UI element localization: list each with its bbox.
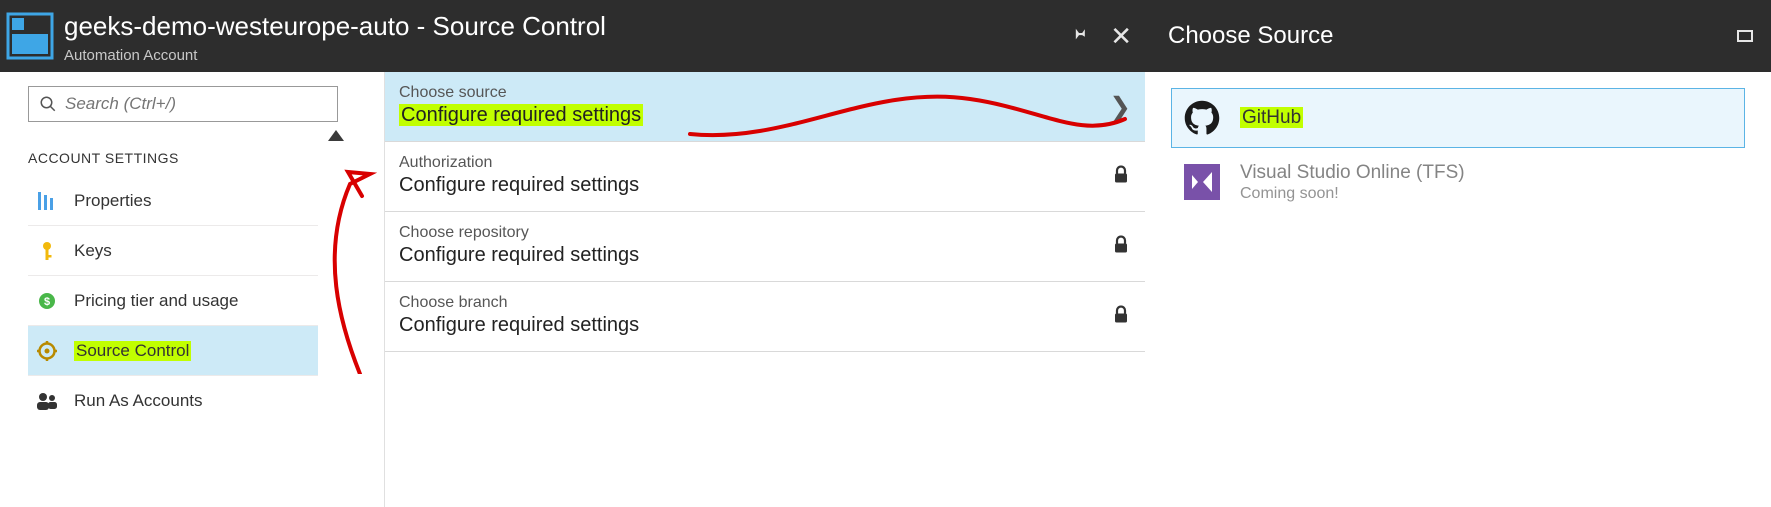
sidebar-item-properties[interactable]: Properties xyxy=(28,176,318,226)
close-icon[interactable]: ✕ xyxy=(1110,21,1132,52)
setting-label: Authorization xyxy=(399,154,1125,172)
setting-value: Configure required settings xyxy=(399,314,1125,337)
lock-icon xyxy=(1113,305,1129,328)
section-header: ACCOUNT SETTINGS xyxy=(28,150,366,166)
automation-blade-icon xyxy=(6,12,54,60)
scroll-up-caret[interactable] xyxy=(328,130,344,141)
keys-icon xyxy=(34,241,60,261)
blade-actions: ✕ xyxy=(1070,21,1150,52)
setting-label: Choose source xyxy=(399,84,1125,102)
blade-title-block: geeks-demo-westeurope-auto - Source Cont… xyxy=(64,7,606,64)
search-icon xyxy=(39,95,57,113)
source-option-vso: Visual Studio Online (TFS) Coming soon! xyxy=(1171,152,1745,212)
setting-choose-branch[interactable]: Choose branch Configure required setting… xyxy=(385,282,1145,352)
setting-choose-repository[interactable]: Choose repository Configure required set… xyxy=(385,212,1145,282)
nav-list: Properties Keys $ Pricing tier and usage… xyxy=(28,176,318,426)
sidebar-item-pricing[interactable]: $ Pricing tier and usage xyxy=(28,276,318,326)
setting-value: Configure required settings xyxy=(399,104,1125,127)
setting-value: Configure required settings xyxy=(399,174,1125,197)
setting-label: Choose repository xyxy=(399,224,1125,242)
chevron-right-icon: ❯ xyxy=(1109,91,1131,122)
blade-subtitle: Automation Account xyxy=(64,47,606,65)
settings-pane: Choose source Configure required setting… xyxy=(385,72,1145,507)
top-bar-left: geeks-demo-westeurope-auto - Source Cont… xyxy=(0,0,1150,72)
pricing-icon: $ xyxy=(34,292,60,310)
sidebar-item-label: Keys xyxy=(74,241,112,261)
right-panel-header: Choose Source xyxy=(1150,0,1771,72)
sidebar-item-label: Run As Accounts xyxy=(74,391,203,411)
source-name: Visual Studio Online (TFS) xyxy=(1240,162,1465,184)
sidebar-item-run-as[interactable]: Run As Accounts xyxy=(28,376,318,426)
setting-label: Choose branch xyxy=(399,294,1125,312)
right-panel-title: Choose Source xyxy=(1168,22,1333,50)
lock-icon xyxy=(1113,165,1129,188)
sidebar: ACCOUNT SETTINGS Properties Keys $ Prici… xyxy=(0,72,385,507)
choose-source-panel: GitHub Visual Studio Online (TFS) Coming… xyxy=(1145,72,1771,507)
sidebar-item-label: Source Control xyxy=(74,341,191,361)
sidebar-item-keys[interactable]: Keys xyxy=(28,226,318,276)
source-subtext: Coming soon! xyxy=(1240,185,1465,203)
setting-choose-source[interactable]: Choose source Configure required setting… xyxy=(385,72,1145,142)
sidebar-item-source-control[interactable]: Source Control xyxy=(28,326,318,376)
properties-icon xyxy=(34,192,60,210)
accounts-icon xyxy=(34,392,60,410)
lock-icon xyxy=(1113,235,1129,258)
search-input[interactable] xyxy=(65,94,327,114)
blade-title: geeks-demo-westeurope-auto - Source Cont… xyxy=(64,11,606,42)
workspace: ACCOUNT SETTINGS Properties Keys $ Prici… xyxy=(0,72,1771,507)
search-box[interactable] xyxy=(28,86,338,122)
pin-icon[interactable] xyxy=(1070,24,1088,48)
gear-icon xyxy=(34,341,60,361)
top-bar: geeks-demo-westeurope-auto - Source Cont… xyxy=(0,0,1771,72)
source-name: GitHub xyxy=(1240,107,1303,128)
source-list: GitHub Visual Studio Online (TFS) Coming… xyxy=(1171,88,1745,212)
svg-text:$: $ xyxy=(44,296,50,308)
sidebar-item-label: Pricing tier and usage xyxy=(74,291,238,311)
source-option-github[interactable]: GitHub xyxy=(1171,88,1745,148)
maximize-icon[interactable] xyxy=(1737,30,1753,42)
setting-authorization[interactable]: Authorization Configure required setting… xyxy=(385,142,1145,212)
visual-studio-icon xyxy=(1182,162,1222,202)
sidebar-item-label: Properties xyxy=(74,191,151,211)
github-icon xyxy=(1182,98,1222,138)
setting-value: Configure required settings xyxy=(399,244,1125,267)
